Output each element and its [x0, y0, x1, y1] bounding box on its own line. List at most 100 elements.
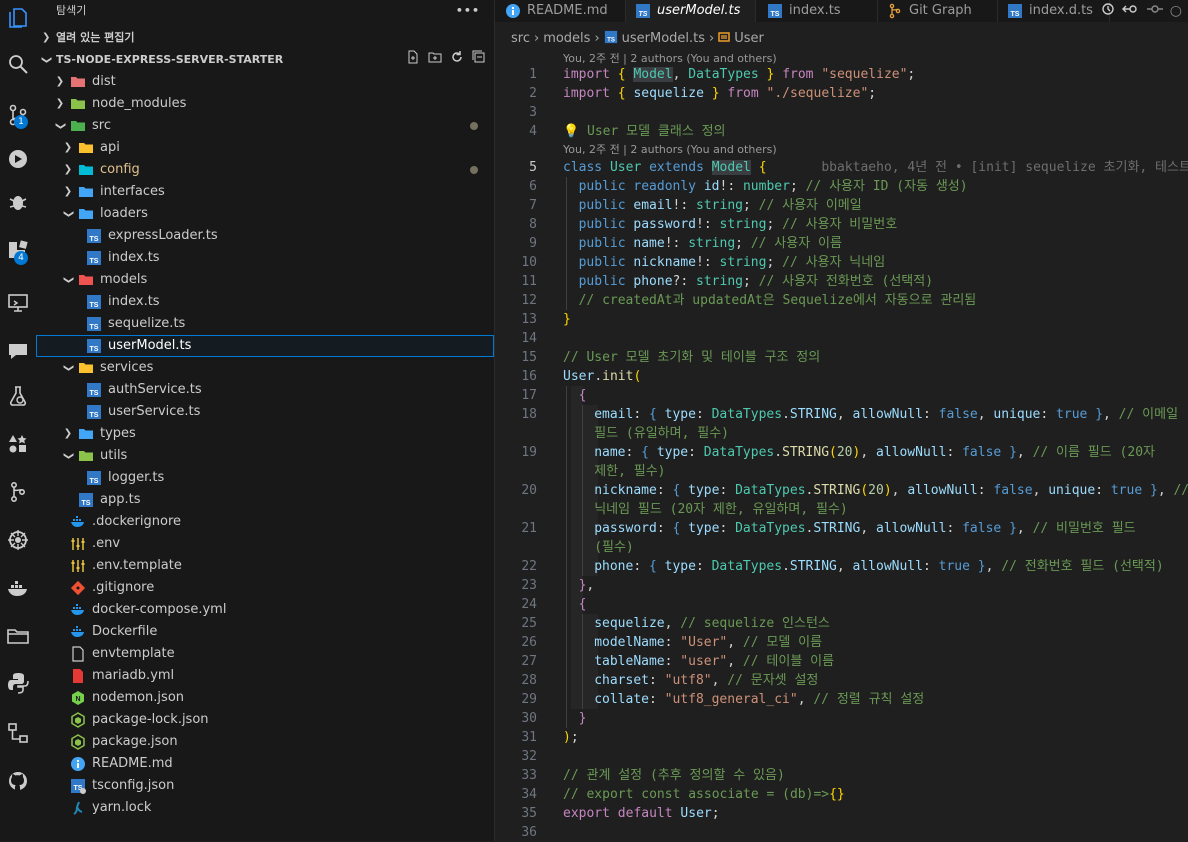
new-file-icon[interactable] — [406, 49, 420, 71]
tree-folder[interactable]: ❯ utils — [36, 445, 494, 467]
code-line[interactable]: 29 collate: "utf8_general_ci", // 정렬 규칙 설… — [495, 690, 1188, 709]
code-line[interactable]: 필드 (유일하며, 필수) — [495, 424, 1188, 443]
code-line[interactable]: 4 💡 User 모델 클래스 정의 — [495, 122, 1188, 141]
code-line[interactable]: 9 public name!: string; // 사용자 이름 — [495, 234, 1188, 253]
git-graph-icon[interactable] — [0, 474, 36, 510]
code-line[interactable]: 20 nickname: { type: DataTypes.STRING(20)… — [495, 481, 1188, 500]
editor-tab[interactable]: TS index.d.ts — [997, 0, 1110, 22]
tree-folder[interactable]: ❯ models — [36, 269, 494, 291]
tree-file[interactable]: TS app.ts — [36, 489, 494, 511]
code-line[interactable]: 14 — [495, 329, 1188, 348]
tree-file[interactable]: mariadb.yml — [36, 665, 494, 687]
tree-folder[interactable]: ❯ config — [36, 159, 494, 181]
breadcrumb-item[interactable]: userModel.ts — [622, 31, 705, 46]
breadcrumb-item[interactable]: src — [511, 31, 530, 46]
open-changes-icon[interactable] — [1100, 1, 1116, 21]
code-line[interactable]: 35 export default User; — [495, 804, 1188, 823]
kubernetes-icon[interactable] — [0, 522, 36, 558]
code-line[interactable]: 34 // export const associate = (db)=>{} — [495, 785, 1188, 804]
editor-tab[interactable]: TS index.ts — [757, 0, 878, 22]
code-line[interactable]: 12 // createdAt과 updatedAt은 Sequelize에서 자… — [495, 291, 1188, 310]
more-icon[interactable]: ○ — [1170, 3, 1182, 19]
code-line[interactable]: 33 // 관계 설정 (추후 정의할 수 있음) — [495, 766, 1188, 785]
code-line[interactable]: 18 email: { type: DataTypes.STRING, allow… — [495, 405, 1188, 424]
tree-file[interactable]: TS sequelize.ts — [36, 313, 494, 335]
refresh-icon[interactable] — [450, 49, 464, 71]
tree-folder[interactable]: ❯ src — [36, 115, 494, 137]
code-line[interactable]: 7 public email!: string; // 사용자 이메일 — [495, 196, 1188, 215]
folder-icon[interactable] — [0, 618, 36, 654]
tree-folder[interactable]: ❯ interfaces — [36, 181, 494, 203]
breadcrumb-item[interactable]: User — [734, 31, 764, 46]
code-line[interactable]: 32 — [495, 747, 1188, 766]
code-line[interactable]: 36 — [495, 823, 1188, 842]
python-icon[interactable] — [0, 665, 36, 701]
code-line[interactable]: 3 — [495, 103, 1188, 122]
code-line[interactable]: 22 phone: { type: DataTypes.STRING, allow… — [495, 557, 1188, 576]
tree-folder[interactable]: ❯ api — [36, 137, 494, 159]
remote-explorer-icon[interactable] — [0, 285, 36, 321]
search-icon[interactable] — [0, 46, 36, 82]
new-folder-icon[interactable] — [428, 49, 442, 71]
tree-file[interactable]: yarn.lock — [36, 797, 494, 819]
tree-file[interactable]: TS authService.ts — [36, 379, 494, 401]
tree-file[interactable]: package.json — [36, 731, 494, 753]
editor-tab[interactable]: TS userModel.ts — [625, 0, 756, 22]
chat-icon[interactable] — [0, 333, 36, 369]
collapse-all-icon[interactable] — [472, 49, 486, 71]
code-line[interactable]: 17 { — [495, 386, 1188, 405]
source-control-icon[interactable]: 1 — [0, 97, 36, 133]
tree-file[interactable]: TS userModel.ts — [36, 335, 494, 357]
extensions-icon[interactable]: 4 — [0, 233, 36, 269]
code-line[interactable]: 27 tableName: "user", // 테이블 이름 — [495, 652, 1188, 671]
code-line[interactable]: 31); — [495, 728, 1188, 747]
tree-file[interactable]: TS index.ts — [36, 291, 494, 313]
tree-folder[interactable]: ❯ node_modules — [36, 93, 494, 115]
git-commit-icon[interactable] — [1146, 1, 1164, 21]
tree-file[interactable]: TS expressLoader.ts — [36, 225, 494, 247]
more-actions-icon[interactable]: ••• — [456, 0, 480, 22]
diagram-icon[interactable] — [0, 715, 36, 751]
tree-folder[interactable]: ❯ dist — [36, 71, 494, 93]
code-line[interactable]: 16 User.init( — [495, 367, 1188, 386]
code-line[interactable]: 19 name: { type: DataTypes.STRING(20), al… — [495, 443, 1188, 462]
tree-folder[interactable]: ❯ loaders — [36, 203, 494, 225]
tree-file[interactable]: TS tsconfig.json — [36, 775, 494, 797]
github-icon[interactable] — [0, 763, 36, 799]
debug-icon[interactable] — [0, 184, 36, 220]
docker-icon[interactable] — [0, 570, 36, 606]
code-line[interactable]: 11 public phone?: string; // 사용자 전화번호 (선택… — [495, 272, 1188, 291]
code-line[interactable]: 5 class User extends Model { bbaktaeho, 4… — [495, 158, 1188, 177]
code-line[interactable]: 25 sequelize, // sequelize 인스턴스 — [495, 614, 1188, 633]
code-line[interactable]: 30} — [495, 709, 1188, 728]
tree-file[interactable]: docker-compose.yml — [36, 599, 494, 621]
code-line[interactable]: 26 modelName: "User", // 모델 이름 — [495, 633, 1188, 652]
extension-tools-icon[interactable] — [0, 426, 36, 462]
tree-file[interactable]: .dockerignore — [36, 511, 494, 533]
run-debug-icon[interactable] — [0, 141, 36, 177]
tree-file[interactable]: TS logger.ts — [36, 467, 494, 489]
editor-tab[interactable]: README.md — [495, 0, 626, 22]
codelens-authors[interactable]: You, 2주 전 | 2 authors (You and others) — [563, 141, 777, 159]
tree-folder[interactable]: ❯ types — [36, 423, 494, 445]
code-line[interactable]: 닉네임 필드 (20자 제한, 유일하며, 필수) — [495, 500, 1188, 519]
tree-file[interactable]: README.md — [36, 753, 494, 775]
git-compare-icon[interactable] — [1121, 1, 1140, 21]
code-line[interactable]: (필수) — [495, 538, 1188, 557]
tree-file[interactable]: Nnodemon.json — [36, 687, 494, 709]
code-line[interactable]: 24 { — [495, 595, 1188, 614]
code-line[interactable]: 13} — [495, 310, 1188, 329]
code-line[interactable]: 2 import { sequelize } from "./sequelize"… — [495, 84, 1188, 103]
code-line[interactable]: 8 public password!: string; // 사용자 비밀번호 — [495, 215, 1188, 234]
code-line[interactable]: 제한, 필수) — [495, 462, 1188, 481]
code-line[interactable]: 10 public nickname!: string; // 사용자 닉네임 — [495, 253, 1188, 272]
code-line[interactable]: 15 // User 모델 초기화 및 테이블 구조 정의 — [495, 348, 1188, 367]
code-line[interactable]: 23}, — [495, 576, 1188, 595]
testing-icon[interactable] — [0, 378, 36, 414]
open-editors-section[interactable]: ❯ 열려 있는 편집기 — [36, 27, 494, 49]
breadcrumb-item[interactable]: models — [543, 31, 590, 46]
explorer-icon[interactable] — [0, 0, 36, 36]
tree-file[interactable]: envtemplate — [36, 643, 494, 665]
tree-file[interactable]: TS userService.ts — [36, 401, 494, 423]
tree-file[interactable]: .env.template — [36, 555, 494, 577]
